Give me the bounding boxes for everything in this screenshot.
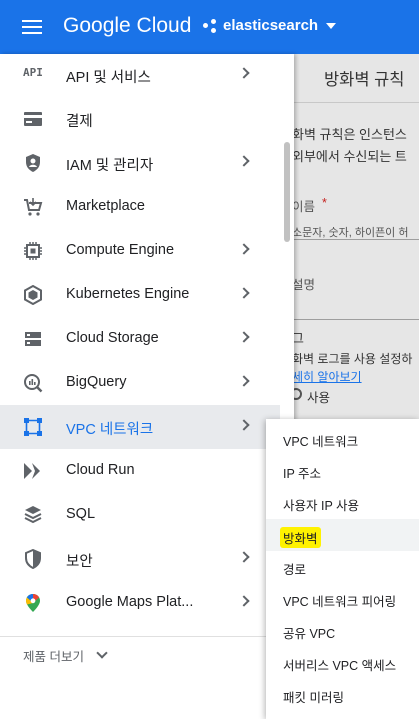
nav-item-cloud-storage[interactable]: Cloud Storage <box>0 317 280 361</box>
nav-item-bigquery[interactable]: BigQuery <box>0 361 280 405</box>
nav-item-label: Google Maps Plat... <box>66 594 194 610</box>
nav-item-kubernetes-engine[interactable]: Kubernetes Engine <box>0 273 280 317</box>
chevron-right-icon <box>238 375 250 387</box>
submenu-item-label: 사용자 IP 사용 <box>283 499 360 513</box>
nav-item-cloud-run[interactable]: Cloud Run <box>0 449 280 493</box>
nav-item-api-services[interactable]: API API 및 서비스 <box>0 53 280 97</box>
name-hint: 소문자, 숫자, 하이픈이 허 <box>292 227 409 239</box>
vpc-icon <box>24 418 42 436</box>
navigation-drawer: API API 및 서비스 결제 IAM 및 관리자 Marketplace C… <box>0 54 294 719</box>
run-icon <box>24 463 40 479</box>
nav-divider <box>0 636 294 637</box>
chevron-right-icon <box>238 67 250 79</box>
chevron-right-icon <box>238 243 250 255</box>
nav-item-security[interactable]: 보안 <box>0 537 280 581</box>
more-products-label: 제품 더보기 <box>23 650 84 664</box>
page-title: 방화벽 규칙 <box>324 71 405 89</box>
nav-item-label: IAM 및 관리자 <box>66 158 154 174</box>
submenu-item-shared-vpc[interactable]: 공유 VPC <box>266 615 419 647</box>
description-label: 설명 <box>292 278 316 292</box>
description-line-2: 외부에서 수신되는 트 <box>292 149 407 164</box>
description-line-1: 화벽 규칙은 인스턴스 <box>292 127 407 142</box>
description-field[interactable]: 설명 <box>290 264 419 320</box>
divider <box>290 102 419 103</box>
submenu-item-label: 공유 VPC <box>283 627 336 641</box>
submenu-item-label: 서버리스 VPC 액세스 <box>283 659 397 673</box>
cart-icon <box>24 198 43 216</box>
submenu-item-vpc-networks[interactable]: VPC 네트워크 <box>266 423 419 455</box>
hexagon-icon <box>24 285 42 305</box>
nav-item-label: 보안 <box>66 554 93 570</box>
submenu-item-routes[interactable]: 경로 <box>266 551 419 583</box>
caret-down-icon <box>326 22 337 29</box>
more-products-button[interactable]: 제품 더보기 <box>23 646 108 665</box>
nav-item-label: VPC 네트워크 <box>66 422 154 438</box>
nav-item-marketplace[interactable]: Marketplace <box>0 185 280 229</box>
submenu-item-label: 패킷 미러링 <box>283 691 344 705</box>
chevron-right-icon <box>238 595 250 607</box>
nav-item-label: Cloud Run <box>66 462 135 478</box>
sql-icon <box>24 506 42 524</box>
nav-item-label: Cloud Storage <box>66 330 159 346</box>
nav-item-label: Kubernetes Engine <box>66 286 190 302</box>
submenu-item-serverless-vpc-access[interactable]: 서버리스 VPC 액세스 <box>266 647 419 679</box>
chevron-right-icon <box>238 331 250 343</box>
api-icon: API <box>23 66 43 79</box>
submenu-item-ip-addresses[interactable]: IP 주소 <box>266 455 419 487</box>
logs-on-label: 사용 <box>307 391 331 405</box>
menu-icon[interactable] <box>22 18 42 36</box>
name-label: 이름 <box>292 200 316 214</box>
required-mark: * <box>322 196 327 210</box>
nav-item-label: Marketplace <box>66 198 145 214</box>
bigquery-icon <box>24 374 43 393</box>
project-selector[interactable]: elasticsearch <box>203 17 337 34</box>
submenu-item-vpc-network-peering[interactable]: VPC 네트워크 피어링 <box>266 583 419 615</box>
chevron-right-icon <box>238 155 250 167</box>
nav-item-compute-engine[interactable]: Compute Engine <box>0 229 280 273</box>
security-shield-icon <box>25 549 41 569</box>
submenu-item-label: 경로 <box>283 563 307 577</box>
learn-more-link[interactable]: 세히 알아보기 <box>292 368 362 385</box>
nav-item-label: 결제 <box>66 114 93 130</box>
nav-item-google-maps-platform[interactable]: Google Maps Plat... <box>0 581 280 625</box>
nav-item-vpc-network[interactable]: VPC 네트워크 <box>0 405 280 449</box>
project-dots-icon <box>203 18 217 33</box>
top-app-bar: Google Cloud elasticsearch <box>0 0 419 54</box>
submenu-item-bring-your-own-ip[interactable]: 사용자 IP 사용 <box>266 487 419 519</box>
chevron-right-icon <box>238 419 250 431</box>
nav-item-sql[interactable]: SQL <box>0 493 280 537</box>
nav-item-label: API 및 서비스 <box>66 70 151 86</box>
project-name: elasticsearch <box>223 17 319 34</box>
nav-item-label: SQL <box>66 506 96 522</box>
billing-icon <box>24 112 42 126</box>
maps-pin-icon <box>26 594 40 612</box>
nav-item-iam-admin[interactable]: IAM 및 관리자 <box>0 141 280 185</box>
nav-item-label: BigQuery <box>66 374 127 390</box>
nav-item-billing[interactable]: 결제 <box>0 97 280 141</box>
chevron-right-icon <box>238 287 250 299</box>
logs-text: 화벽 로그를 사용 설정하 <box>292 352 413 366</box>
submenu-item-label: 방화벽 <box>280 527 321 548</box>
submenu-item-firewall[interactable]: 방화벽 <box>266 519 419 551</box>
chevron-right-icon <box>238 551 250 563</box>
submenu-item-packet-mirroring[interactable]: 패킷 미러링 <box>266 679 419 711</box>
chevron-down-icon <box>96 647 108 659</box>
brand-logo[interactable]: Google Cloud <box>63 14 191 38</box>
nav-item-label: Compute Engine <box>66 242 175 258</box>
submenu-item-label: VPC 네트워크 <box>283 435 359 449</box>
storage-icon <box>25 332 41 346</box>
shield-icon <box>26 154 40 172</box>
nav-scrollbar[interactable] <box>284 142 290 242</box>
submenu-item-label: IP 주소 <box>283 467 322 481</box>
vpc-submenu: VPC 네트워크 IP 주소 사용자 IP 사용 방화벽 경로 VPC 네트워크… <box>266 419 419 719</box>
chip-icon <box>24 242 42 260</box>
submenu-item-label: VPC 네트워크 피어링 <box>283 595 397 609</box>
